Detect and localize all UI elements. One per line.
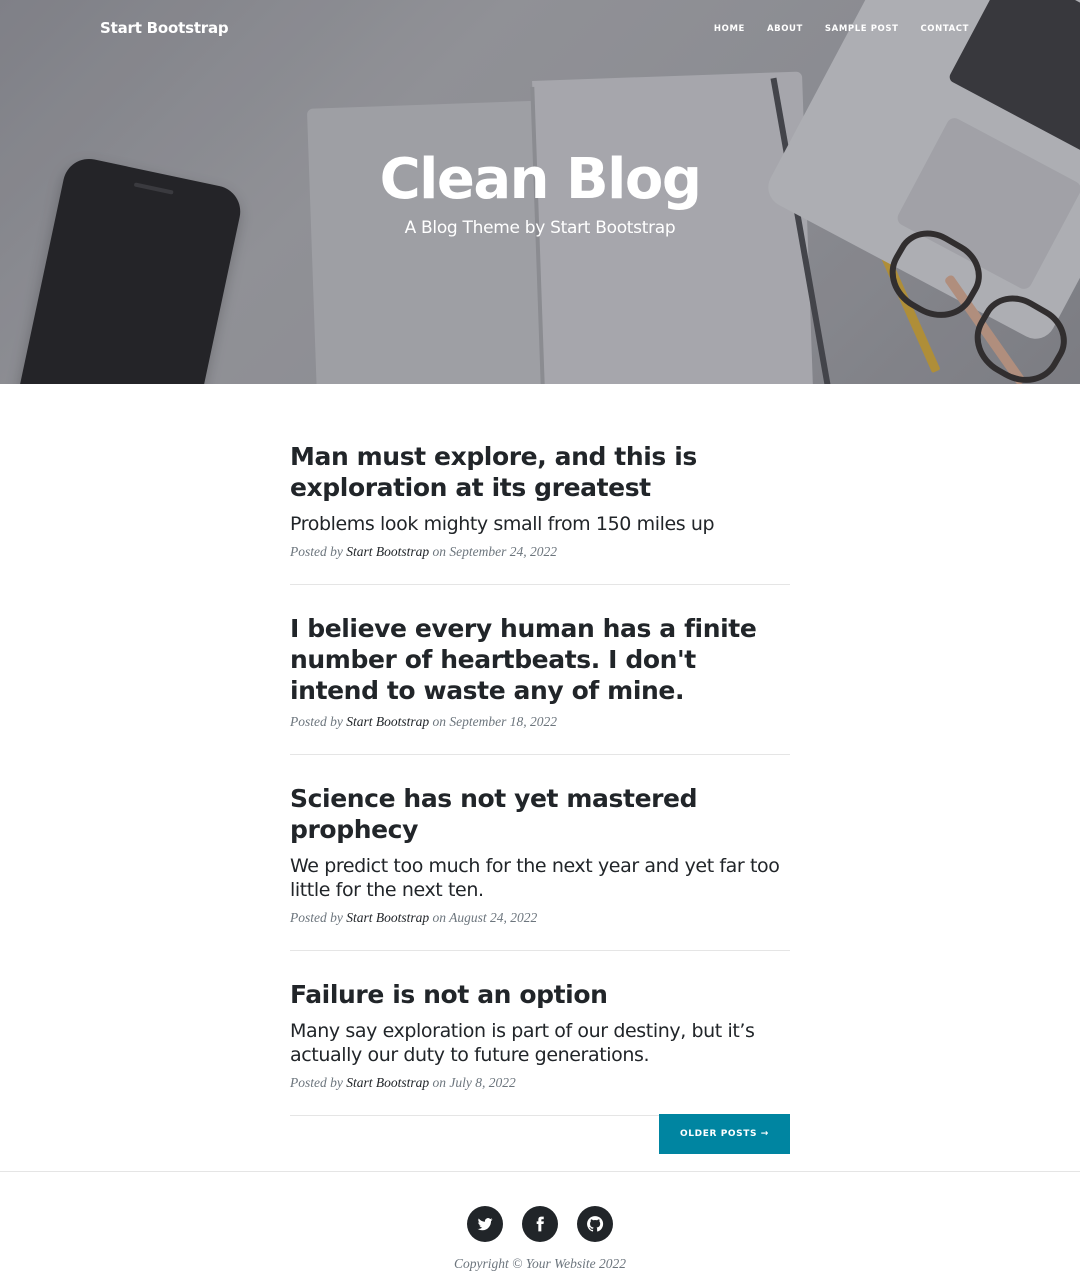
post-preview: Man must explore, and this is exploratio…: [290, 441, 790, 585]
post-title-link[interactable]: Man must explore, and this is exploratio…: [290, 441, 790, 503]
nav-about[interactable]: ABOUT: [767, 24, 803, 34]
brand-link[interactable]: Start Bootstrap: [100, 19, 229, 37]
post-preview: Science has not yet mastered prophecy We…: [290, 783, 790, 951]
post-author-link[interactable]: Start Bootstrap: [346, 910, 429, 925]
post-title-link[interactable]: Science has not yet mastered prophecy: [290, 783, 790, 845]
github-icon[interactable]: [577, 1206, 613, 1242]
site-heading: Clean Blog A Blog Theme by Start Bootstr…: [0, 146, 1080, 238]
post-meta: Posted by Start Bootstrap on September 1…: [290, 714, 790, 730]
post-author-link[interactable]: Start Bootstrap: [346, 544, 429, 559]
nav-contact[interactable]: CONTACT: [920, 24, 969, 34]
post-date: on September 24, 2022: [432, 544, 557, 559]
post-author-link[interactable]: Start Bootstrap: [346, 714, 429, 729]
post-date: on July 8, 2022: [432, 1075, 516, 1090]
post-author-link[interactable]: Start Bootstrap: [346, 1075, 429, 1090]
older-posts-button[interactable]: OLDER POSTS →: [659, 1114, 790, 1154]
site-subtitle: A Blog Theme by Start Bootstrap: [404, 218, 676, 238]
post-date: on September 18, 2022: [432, 714, 557, 729]
nav-links: HOME ABOUT SAMPLE POST CONTACT: [714, 24, 969, 34]
post-subtitle: Problems look mighty small from 150 mile…: [290, 513, 715, 535]
post-subtitle: We predict too much for the next year an…: [290, 855, 780, 901]
site-title: Clean Blog: [379, 147, 702, 212]
post-meta: Posted by Start Bootstrap on September 2…: [290, 544, 790, 560]
footer-divider: [0, 1171, 1080, 1172]
post-meta: Posted by Start Bootstrap on August 24, …: [290, 910, 790, 926]
post-date: on August 24, 2022: [432, 910, 538, 925]
nav-home[interactable]: HOME: [714, 24, 745, 34]
post-meta-prefix: Posted by: [290, 1075, 343, 1090]
post-preview: Failure is not an option Many say explor…: [290, 979, 790, 1116]
post-meta: Posted by Start Bootstrap on July 8, 202…: [290, 1075, 790, 1091]
facebook-icon[interactable]: [522, 1206, 558, 1242]
post-meta-prefix: Posted by: [290, 544, 343, 559]
nav-sample-post[interactable]: SAMPLE POST: [825, 24, 899, 34]
post-title-link[interactable]: Failure is not an option: [290, 979, 790, 1010]
copyright-text: Copyright © Your Website 2022: [453, 1256, 627, 1271]
post-meta-prefix: Posted by: [290, 910, 343, 925]
post-subtitle: Many say exploration is part of our dest…: [290, 1020, 755, 1066]
post-meta-prefix: Posted by: [290, 714, 343, 729]
navbar: Start Bootstrap HOME ABOUT SAMPLE POST C…: [0, 0, 1080, 60]
social-links: [467, 1206, 613, 1242]
post-preview: I believe every human has a finite numbe…: [290, 613, 790, 755]
post-title-link[interactable]: I believe every human has a finite numbe…: [290, 613, 790, 706]
twitter-icon[interactable]: [467, 1206, 503, 1242]
masthead: Start Bootstrap HOME ABOUT SAMPLE POST C…: [0, 0, 1080, 384]
post-list: Man must explore, and this is exploratio…: [290, 441, 790, 1144]
